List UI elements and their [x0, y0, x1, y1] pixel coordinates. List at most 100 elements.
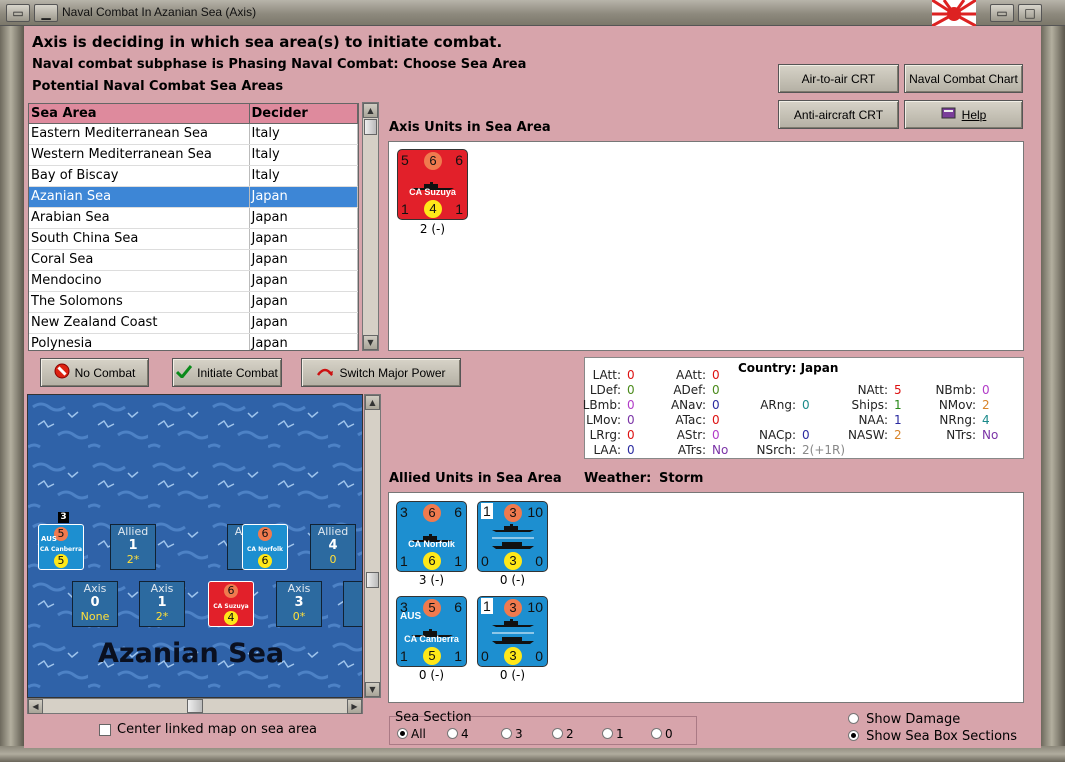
sea-section-option-label: 1: [616, 727, 624, 741]
decider-cell: Japan: [249, 270, 358, 292]
show-sections-option[interactable]: Show Sea Box Sections: [848, 729, 1017, 744]
maximize-button[interactable]: □: [1018, 4, 1042, 22]
column-header-decider[interactable]: Decider: [249, 104, 358, 124]
counter-top-circle: 6: [424, 152, 442, 170]
map-unit-suzuya[interactable]: 6 4 CA Suzuya: [208, 581, 254, 627]
map-unit-norfolk[interactable]: 6 6 CA Norfolk: [242, 524, 288, 570]
air-to-air-crt-button[interactable]: Air-to-air CRT: [778, 64, 899, 93]
initiate-combat-button[interactable]: Initiate Combat: [172, 358, 282, 387]
counter-top-circle: 6: [224, 584, 238, 598]
table-row[interactable]: Bay of Biscay Italy: [29, 165, 358, 187]
decider-cell: Japan: [249, 249, 358, 271]
title-bar[interactable]: ▭ ▁ Naval Combat In Azanian Sea (Axis) ▭…: [0, 0, 1065, 26]
sea-section-radio[interactable]: [552, 728, 563, 739]
table-row[interactable]: Azanian Sea Japan: [29, 186, 358, 208]
map-scroll-down-arrow[interactable]: ▼: [365, 682, 380, 697]
sea-section-option[interactable]: 3: [501, 727, 523, 741]
sea-section-radio[interactable]: [447, 728, 458, 739]
table-row[interactable]: Eastern Mediterranean Sea Italy: [29, 123, 358, 145]
sea-area-cell: New Zealand Coast: [29, 312, 250, 334]
scroll-up-arrow[interactable]: ▲: [363, 103, 378, 118]
no-combat-button[interactable]: No Combat: [40, 358, 149, 387]
axis-unit-counter[interactable]: 5 6 1 1 6 4 CA Suzuya: [397, 149, 468, 220]
nationality-label: AUS: [400, 611, 422, 622]
sea-area-map[interactable]: Allied12*Allied21*Allied40Axis0NoneAxis1…: [27, 394, 363, 698]
sea-section-radio[interactable]: [397, 728, 408, 739]
show-damage-radio[interactable]: [848, 713, 859, 724]
stat-value: 4: [982, 413, 990, 427]
table-row[interactable]: The Solomons Japan: [29, 291, 358, 313]
map-scroll-up-arrow[interactable]: ▲: [365, 395, 380, 410]
sea-section-option[interactable]: 0: [651, 727, 673, 741]
show-sections-radio[interactable]: [848, 730, 859, 741]
table-row[interactable]: Mendocino Japan: [29, 270, 358, 292]
sea-section-radio[interactable]: [501, 728, 512, 739]
map-vertical-scrollbar[interactable]: ▲ ▼: [364, 394, 381, 698]
map-unit-canberra[interactable]: 5 5 CA Canberra: [38, 524, 84, 570]
axis-sea-box[interactable]: Axis 0 None: [72, 581, 118, 627]
column-header-sea-area[interactable]: Sea Area: [29, 104, 250, 124]
table-scrollbar[interactable]: ▲ ▼: [362, 102, 379, 351]
sea-box-val: 0: [329, 553, 337, 566]
map-scroll-thumb-h[interactable]: [187, 699, 203, 713]
map-scroll-right-arrow[interactable]: ▶: [347, 699, 362, 714]
axis-sea-box[interactable]: Axis 1 2*: [139, 581, 185, 627]
allied-unit-counter[interactable]: 3 6 1 1 5 5 CA Canberra AUS: [396, 596, 467, 667]
stat-key: NAA:: [858, 413, 888, 427]
stat-key: LMov:: [586, 413, 621, 427]
decider-cell: Japan: [249, 186, 358, 208]
table-row[interactable]: Polynesia Japan: [29, 333, 358, 350]
anti-aircraft-crt-button[interactable]: Anti-aircraft CRT: [778, 100, 899, 129]
sea-section-option[interactable]: 4: [447, 727, 469, 741]
decider-cell: Japan: [249, 228, 358, 250]
table-row[interactable]: South China Sea Japan: [29, 228, 358, 250]
sea-area-cell: Bay of Biscay: [29, 165, 250, 187]
help-button[interactable]: Help: [904, 100, 1023, 129]
table-row[interactable]: Coral Sea Japan: [29, 249, 358, 271]
show-damage-option[interactable]: Show Damage: [848, 712, 960, 727]
table-row[interactable]: New Zealand Coast Japan: [29, 312, 358, 334]
map-horizontal-scrollbar[interactable]: ◀ ▶: [27, 698, 363, 714]
table-row[interactable]: Arabian Sea Japan: [29, 207, 358, 229]
weather-label: Weather:: [584, 471, 652, 486]
counter-top-circle: 3: [504, 504, 522, 522]
sea-section-radio[interactable]: [602, 728, 613, 739]
switch-major-power-button[interactable]: Switch Major Power: [301, 358, 461, 387]
sea-area-table[interactable]: Sea Area Decider Eastern Mediterranean S…: [28, 103, 359, 351]
window-menu-button[interactable]: ▭: [6, 4, 30, 22]
allied-unit-counter[interactable]: 1 10 0 0 3 3: [477, 501, 548, 572]
map-scroll-left-arrow[interactable]: ◀: [28, 699, 43, 714]
counter-top-circle: 6: [423, 504, 441, 522]
sea-section-option[interactable]: All: [397, 727, 426, 741]
center-map-checkbox[interactable]: [99, 723, 111, 736]
sea-section-option-label: 3: [515, 727, 523, 741]
sea-section-radio[interactable]: [651, 728, 662, 739]
map-scroll-thumb-v[interactable]: [366, 572, 379, 588]
initiate-combat-label: Initiate Combat: [197, 365, 278, 380]
center-map-option[interactable]: Center linked map on sea area: [99, 722, 317, 737]
scroll-thumb[interactable]: [364, 119, 377, 135]
sea-section-option[interactable]: 2: [552, 727, 574, 741]
axis-sea-box[interactable]: A: [343, 581, 362, 627]
table-row[interactable]: Western Mediterranean Sea Italy: [29, 144, 358, 166]
stat-key: NRng:: [939, 413, 976, 427]
minimize-button[interactable]: ▁: [34, 4, 58, 22]
axis-sea-box[interactable]: Axis 3 0*: [276, 581, 322, 627]
naval-combat-chart-button[interactable]: Naval Combat Chart: [904, 64, 1023, 93]
counter-top-left: 5: [401, 152, 409, 168]
sea-section-option[interactable]: 1: [602, 727, 624, 741]
allied-sea-box[interactable]: Allied 1 2*: [110, 524, 156, 570]
restore-button[interactable]: ▭: [990, 4, 1014, 22]
allied-unit-counter[interactable]: 1 10 0 0 3 3: [477, 596, 548, 667]
scroll-down-arrow[interactable]: ▼: [363, 335, 378, 350]
book-icon: [941, 106, 957, 123]
allied-unit-counter[interactable]: 3 6 1 1 6 6 CA Norfolk: [396, 501, 467, 572]
counter-bottom-right: 1: [454, 648, 462, 664]
counter-bottom-circle: 4: [224, 611, 238, 625]
sea-box-num: 4: [328, 538, 338, 553]
decider-cell: Japan: [249, 333, 358, 350]
stat-key: NAtt:: [857, 383, 888, 397]
stat-value: 0: [712, 383, 720, 397]
allied-sea-box[interactable]: Allied 4 0: [310, 524, 356, 570]
unit-status-label: 2 (-): [419, 222, 446, 236]
